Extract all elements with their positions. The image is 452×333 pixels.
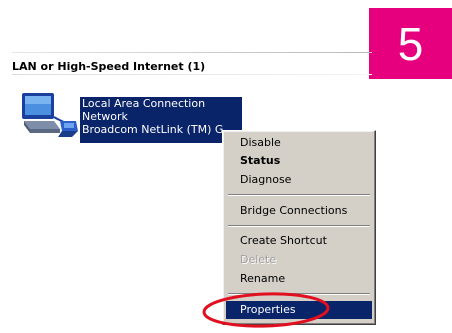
header-divider: [12, 52, 372, 53]
network-connection-icon[interactable]: [20, 91, 80, 139]
menu-item-delete: Delete: [240, 253, 277, 266]
menu-item-bridge-connections[interactable]: Bridge Connections: [226, 202, 372, 220]
highlight-ellipse-annotation: [202, 292, 330, 328]
menu-item-diagnose[interactable]: Diagnose: [226, 171, 372, 189]
connection-device: Broadcom NetLink (TM) G: [82, 123, 224, 136]
connection-item[interactable]: Local Area Connection Network Broadcom N…: [80, 97, 242, 143]
header-underline: [12, 74, 372, 75]
connection-status: Network: [82, 110, 128, 123]
menu-separator: [228, 194, 370, 196]
menu-item-create-shortcut[interactable]: Create Shortcut: [226, 232, 372, 250]
menu-item-rename[interactable]: Rename: [226, 270, 372, 288]
menu-separator: [228, 225, 370, 227]
section-title: LAN or High-Speed Internet (1): [12, 60, 206, 73]
step-number-badge: 5: [369, 8, 452, 79]
section-header: LAN or High-Speed Internet (1): [12, 52, 372, 78]
menu-item-status[interactable]: Status: [226, 152, 372, 170]
connection-name: Local Area Connection: [82, 97, 206, 110]
step-number: 5: [397, 17, 424, 70]
menu-item-disable[interactable]: Disable: [226, 134, 372, 152]
